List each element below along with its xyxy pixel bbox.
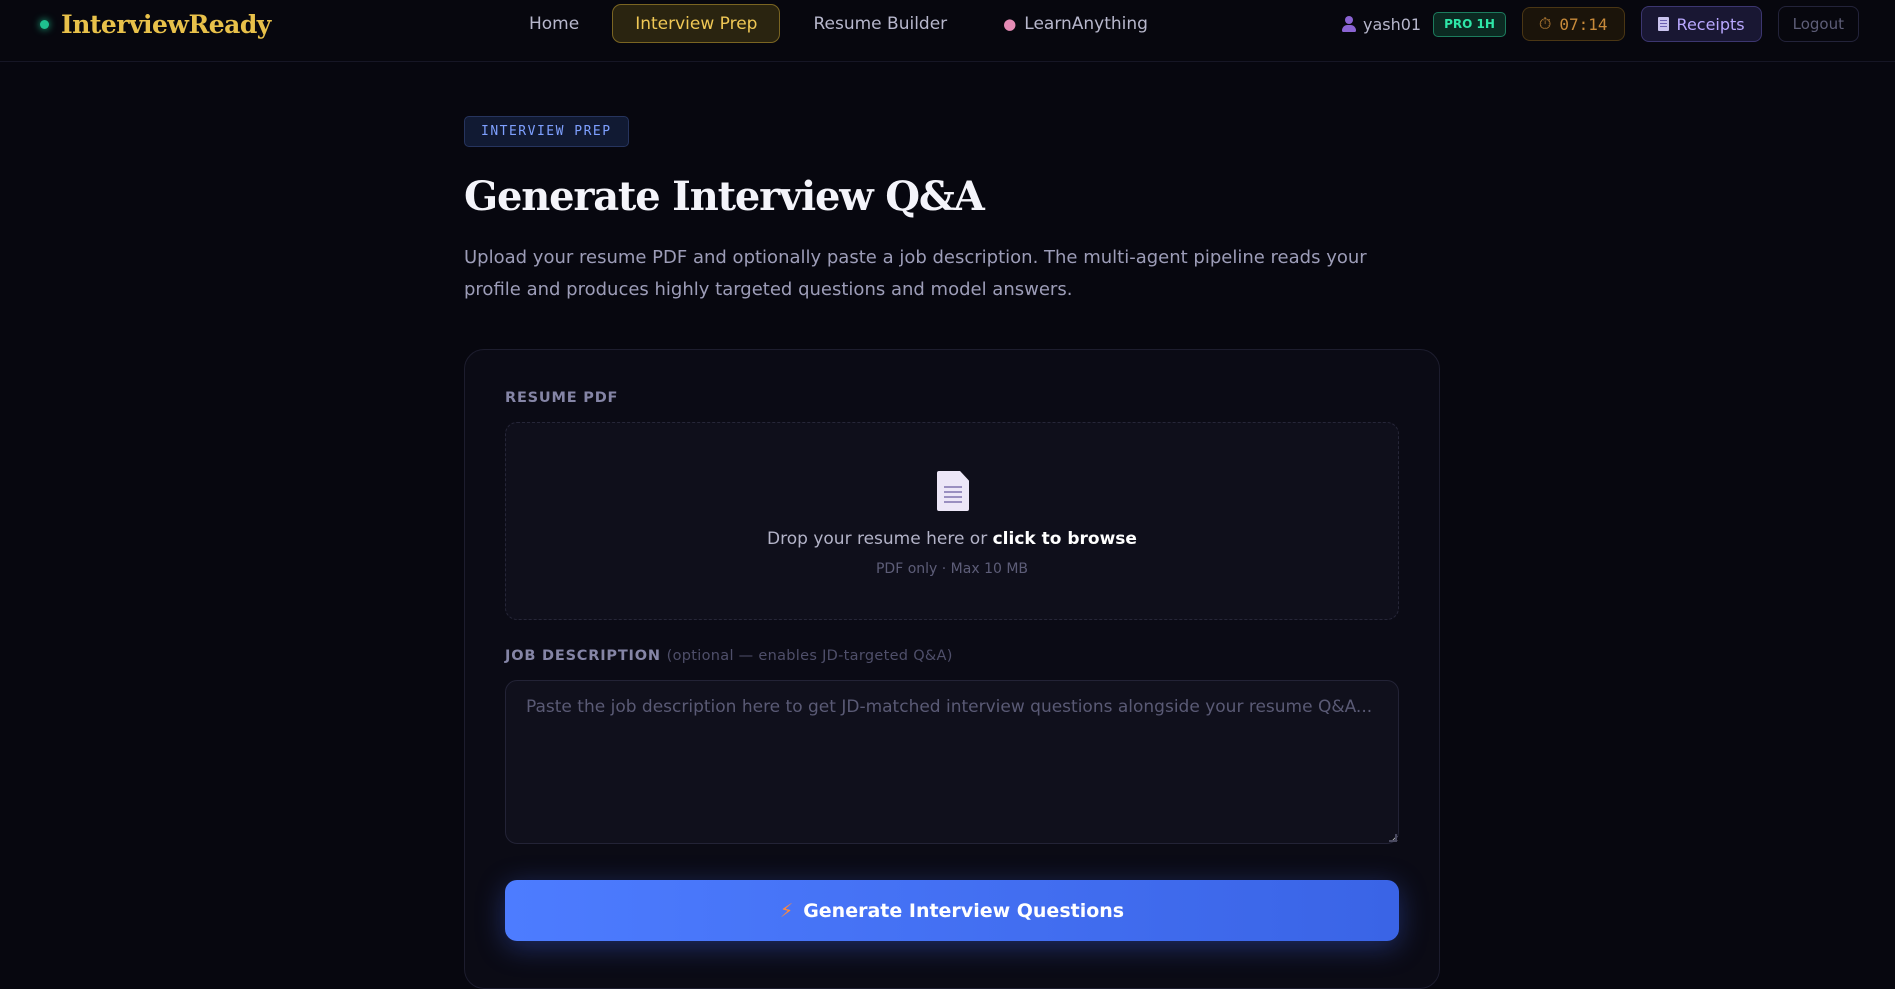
dropzone-text-prefix: Drop your resume here or xyxy=(767,529,993,549)
receipts-label: Receipts xyxy=(1676,14,1745,34)
user-icon xyxy=(1341,16,1357,32)
brand-name: InterviewReady xyxy=(61,9,271,39)
brain-icon: ● xyxy=(1003,14,1017,33)
user-controls: yash01 PRO 1H ⏱ 07:14 Receipts Logout xyxy=(1341,6,1859,42)
main-nav: Home Interview Prep Resume Builder ● Lea… xyxy=(506,4,1171,43)
dropzone-text: Drop your resume here or click to browse xyxy=(506,529,1398,549)
dropzone-hint: PDF only · Max 10 MB xyxy=(875,561,1029,577)
nav-learn-anything[interactable]: ● LearnAnything xyxy=(980,4,1171,43)
generate-label: Generate Interview Questions xyxy=(803,899,1125,922)
resize-handle-icon[interactable] xyxy=(1389,834,1397,842)
timer-value: 07:14 xyxy=(1559,14,1608,34)
browse-link[interactable]: click to browse xyxy=(993,529,1137,549)
page-header: INTERVIEW PREP Generate Interview Q&A Up… xyxy=(464,116,1440,306)
resume-label: RESUME PDF xyxy=(505,390,619,406)
upload-form-card: RESUME PDF Drop your resume here or clic… xyxy=(464,349,1440,989)
top-navbar: InterviewReady Home Interview Prep Resum… xyxy=(0,0,1895,62)
document-icon xyxy=(937,471,969,511)
nav-resume-builder[interactable]: Resume Builder xyxy=(790,4,970,43)
receipts-button[interactable]: Receipts xyxy=(1640,6,1762,42)
section-eyebrow: INTERVIEW PREP xyxy=(464,116,629,147)
resume-dropzone[interactable]: Drop your resume here or click to browse… xyxy=(505,422,1399,620)
stopwatch-icon: ⏱ xyxy=(1538,14,1552,33)
generate-questions-button[interactable]: ⚡ Generate Interview Questions xyxy=(505,880,1399,941)
logout-button[interactable]: Logout xyxy=(1777,6,1859,42)
brand-logo[interactable]: InterviewReady xyxy=(40,9,271,39)
lightning-icon: ⚡ xyxy=(779,899,794,922)
job-description-input[interactable] xyxy=(505,680,1399,844)
page-title: Generate Interview Q&A xyxy=(464,173,985,220)
session-timer: ⏱ 07:14 xyxy=(1521,7,1625,41)
nav-interview-prep[interactable]: Interview Prep xyxy=(612,4,781,43)
status-dot-icon xyxy=(40,19,49,29)
page-description: Upload your resume PDF and optionally pa… xyxy=(464,247,1367,300)
receipt-icon xyxy=(1657,17,1669,31)
nav-home[interactable]: Home xyxy=(506,4,602,43)
job-description-label-text: JOB DESCRIPTION xyxy=(505,648,661,664)
plan-badge: PRO 1H xyxy=(1433,11,1506,37)
job-description-label: JOB DESCRIPTION (optional — enables JD-t… xyxy=(505,648,953,664)
nav-learn-anything-label: LearnAnything xyxy=(1024,13,1148,34)
job-description-optional-hint: (optional — enables JD-targeted Q&A) xyxy=(666,648,953,664)
user-info: yash01 PRO 1H xyxy=(1341,11,1506,37)
username: yash01 xyxy=(1362,14,1422,34)
